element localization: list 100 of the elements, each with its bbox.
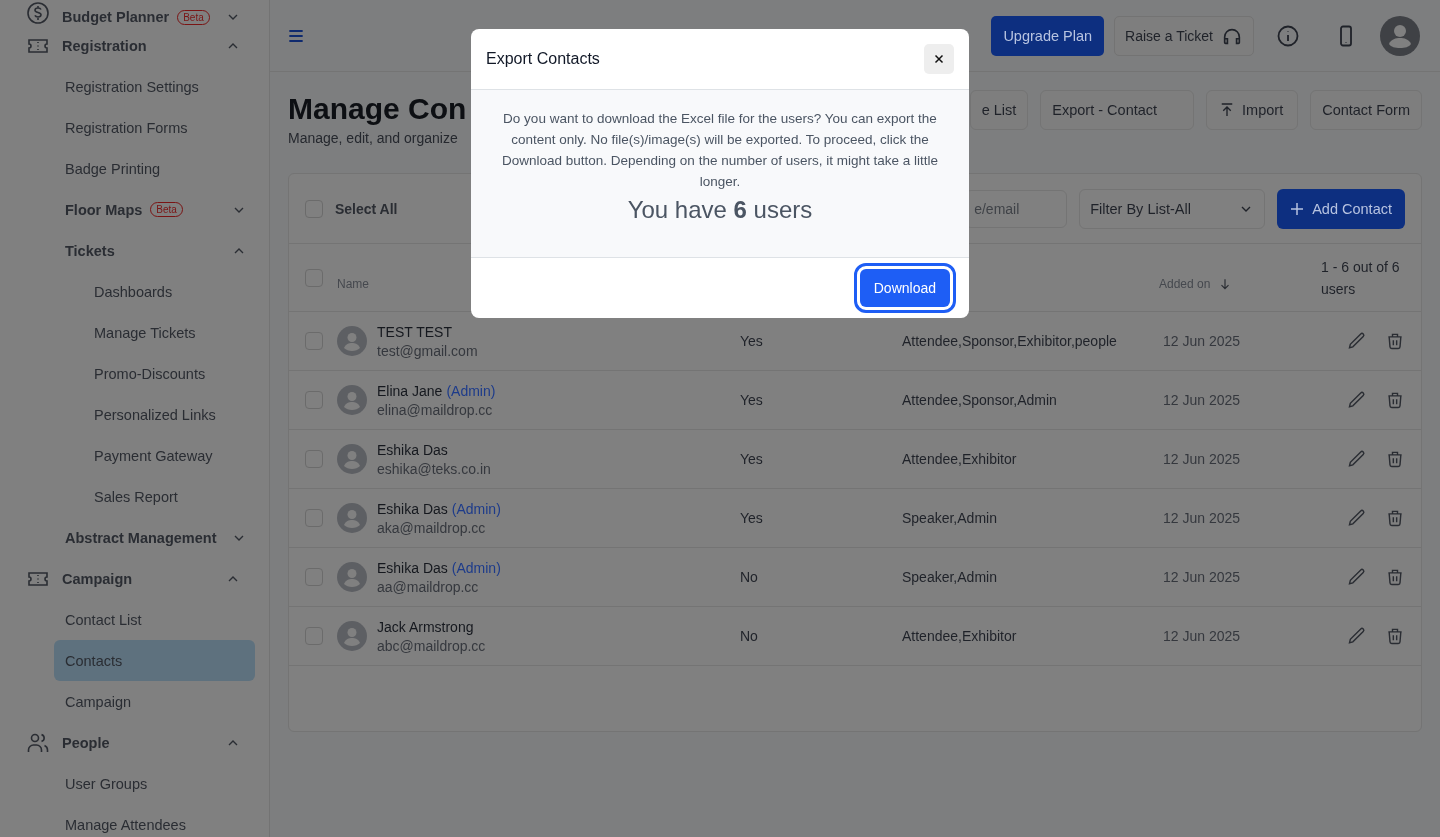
upgrade-plan-button[interactable]: Upgrade Plan bbox=[991, 15, 1105, 56]
contact-name: TEST TEST bbox=[377, 323, 452, 340]
sidebar-item[interactable]: Registration Settings bbox=[54, 66, 255, 107]
page-subtitle: Manage, edit, and organize bbox=[288, 130, 459, 146]
dialog-message: Do you want to download the Excel file for the users? You can export the content only. No file(s)/image(s) will be exported. To proceed, click the Download button. Depending on the number of users, it might take a little longer. bbox=[501, 110, 939, 191]
avatar-icon bbox=[337, 326, 367, 356]
sidebar-item[interactable]: User Groups bbox=[54, 763, 255, 804]
admin-tag: (Admin) bbox=[451, 559, 501, 576]
nav-label: People bbox=[62, 734, 110, 751]
contact-email: abc@maildrop.cc bbox=[377, 637, 486, 654]
result-count: 1 - 6 out of 6 users bbox=[1320, 257, 1401, 299]
table-cell-text: Yes bbox=[740, 510, 764, 526]
sidebar-item[interactable]: People bbox=[20, 722, 255, 763]
toolbar-button[interactable]: Export - Contact bbox=[1040, 90, 1195, 130]
dialog-title: Export Contacts bbox=[486, 50, 600, 68]
sidebar-item[interactable]: Payment Gateway bbox=[20, 435, 255, 476]
nav-label: Registration Settings bbox=[65, 78, 199, 95]
contact-name: Eshika Das bbox=[377, 441, 448, 458]
table-cell-text: 12 Jun 2025 bbox=[1162, 333, 1242, 349]
dollar-icon bbox=[26, 1, 50, 25]
select-all-label[interactable]: Select All bbox=[335, 200, 398, 217]
avatar-icon[interactable] bbox=[1380, 15, 1420, 56]
edit-icon[interactable] bbox=[1347, 567, 1367, 587]
toolbar-button[interactable]: Import bbox=[1206, 90, 1299, 130]
table-cell-text: 12 Jun 2025 bbox=[1162, 510, 1242, 526]
delete-icon[interactable] bbox=[1385, 331, 1405, 351]
close-button[interactable] bbox=[924, 44, 954, 74]
sidebar-item[interactable]: Contact List bbox=[54, 599, 255, 640]
contact-email: aka@maildrop.cc bbox=[377, 519, 487, 536]
table-cell-text: No bbox=[740, 569, 759, 585]
avatar-icon bbox=[337, 621, 367, 651]
table-cell-text: 12 Jun 2025 bbox=[1162, 451, 1242, 467]
sidebar-item[interactable]: Promo-Discounts bbox=[20, 353, 255, 394]
table-cell-text: Attendee,Sponsor,Exhibitor,people bbox=[902, 333, 1118, 349]
nav-label: Campaign bbox=[65, 693, 132, 710]
nav-label: Manage Attendees bbox=[65, 816, 186, 833]
admin-tag: (Admin) bbox=[451, 500, 501, 517]
edit-icon[interactable] bbox=[1347, 331, 1367, 351]
delete-icon[interactable] bbox=[1385, 508, 1405, 528]
contact-name: Jack Armstrong bbox=[377, 618, 474, 635]
edit-icon[interactable] bbox=[1347, 390, 1367, 410]
sidebar-item[interactable]: Floor Maps Beta bbox=[54, 189, 255, 230]
user-count: You have 6 users bbox=[626, 196, 814, 224]
delete-icon[interactable] bbox=[1385, 567, 1405, 587]
column-header[interactable]: Added on bbox=[1159, 264, 1319, 291]
table-cell-text: Speaker,Admin bbox=[902, 510, 998, 526]
avatar-icon bbox=[337, 385, 367, 415]
avatar-icon bbox=[337, 562, 367, 592]
nav-label: Floor Maps bbox=[65, 201, 143, 218]
table-cell-text: No bbox=[740, 628, 759, 644]
sidebar-item[interactable]: Registration bbox=[20, 25, 255, 66]
sidebar-item[interactable]: Campaign bbox=[54, 681, 255, 722]
nav-label: Tickets bbox=[65, 242, 115, 259]
table-cell-text: Attendee,Exhibitor bbox=[902, 628, 1018, 644]
table-cell-text: Yes bbox=[740, 333, 764, 349]
add-contact-button[interactable]: Add Contact bbox=[1277, 188, 1405, 229]
nav-label: Contact List bbox=[65, 611, 142, 628]
table-cell-text: Yes bbox=[740, 451, 764, 467]
sidebar-item[interactable]: Contacts bbox=[54, 640, 255, 681]
sidebar-item[interactable]: Budget Planner Beta bbox=[20, 0, 255, 25]
sidebar-item[interactable]: Manage Attendees bbox=[54, 804, 255, 837]
edit-icon[interactable] bbox=[1347, 508, 1367, 528]
admin-tag: (Admin) bbox=[446, 382, 496, 399]
sidebar-item[interactable]: Manage Tickets bbox=[20, 312, 255, 353]
sidebar-item[interactable]: Registration Forms bbox=[54, 107, 255, 148]
sidebar-item[interactable]: Badge Printing bbox=[54, 148, 255, 189]
contact-email: test@gmail.com bbox=[377, 342, 478, 359]
table-cell-text: 12 Jun 2025 bbox=[1162, 392, 1242, 408]
contact-email: eshika@teks.co.in bbox=[377, 460, 491, 477]
contact-name: Elina Jane bbox=[377, 382, 443, 399]
sidebar-item[interactable]: Dashboards bbox=[20, 271, 255, 312]
delete-icon[interactable] bbox=[1385, 626, 1405, 646]
table-cell-text: Yes bbox=[740, 392, 764, 408]
contact-email: aa@maildrop.cc bbox=[377, 578, 480, 595]
delete-icon[interactable] bbox=[1385, 390, 1405, 410]
sidebar-item[interactable]: Personalized Links bbox=[20, 394, 255, 435]
nav-label: Contacts bbox=[65, 652, 123, 669]
table-cell-text: Speaker,Admin bbox=[902, 569, 998, 585]
nav-label: Campaign bbox=[62, 570, 133, 587]
nav-label: Budget Planner bbox=[62, 9, 170, 25]
info-icon[interactable] bbox=[1276, 23, 1300, 48]
toolbar-button[interactable]: Contact Form bbox=[1310, 90, 1422, 130]
edit-icon[interactable] bbox=[1347, 449, 1367, 469]
raise-ticket-button[interactable]: Raise a Ticket bbox=[1114, 15, 1254, 56]
table-cell-text: 12 Jun 2025 bbox=[1162, 628, 1242, 644]
table-cell-text: 12 Jun 2025 bbox=[1162, 569, 1242, 585]
sidebar-item[interactable]: Tickets bbox=[54, 230, 255, 271]
close-icon bbox=[932, 52, 946, 66]
avatar-icon bbox=[337, 503, 367, 533]
sidebar-item[interactable]: Sales Report bbox=[20, 476, 255, 517]
toolbar-button[interactable]: e List bbox=[969, 90, 1029, 130]
delete-icon[interactable] bbox=[1385, 449, 1405, 469]
nav-label: Abstract Management bbox=[65, 529, 217, 546]
edit-icon[interactable] bbox=[1347, 626, 1367, 646]
sidebar-item[interactable]: Abstract Management bbox=[54, 517, 255, 558]
filter-dropdown[interactable]: Filter By List-All bbox=[1079, 188, 1266, 229]
nav-label: User Groups bbox=[65, 775, 148, 792]
nav-label: Registration bbox=[62, 37, 147, 54]
table-cell-text: Attendee,Sponsor,Admin bbox=[902, 392, 1058, 408]
sidebar-item[interactable]: Campaign bbox=[20, 558, 255, 599]
